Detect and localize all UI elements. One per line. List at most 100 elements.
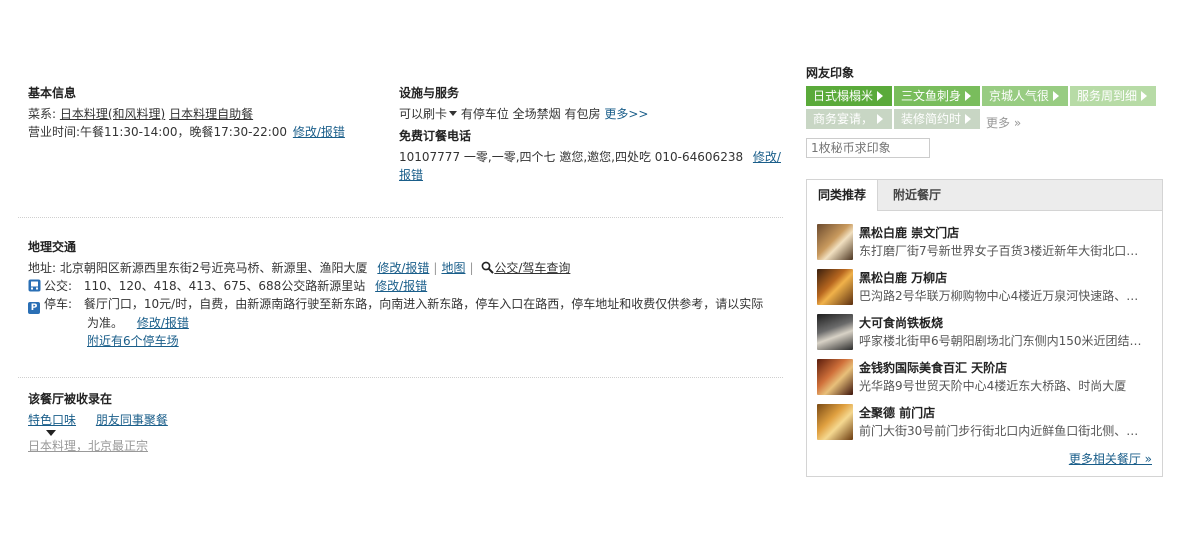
impression-tag[interactable]: 日式榻榻米 [806,86,892,106]
collected-title: 该餐厅被收录在 [28,392,113,406]
play-icon [877,114,884,124]
basic-info-title: 基本信息 [28,86,77,100]
restaurant-name[interactable]: 黑松白鹿 崇文门店 [859,224,959,241]
list-item[interactable]: 黑松白鹿 崇文门店 东打磨厂街7号新世界女子百货3楼近新年大街北口… [817,224,1157,262]
play-icon [1141,91,1148,101]
hours-row: 营业时间:午餐11:30-14:00，晚餐17:30-22:00 修改/报错 [28,123,345,141]
list-item[interactable]: 全聚德 前门店 前门大街30号前门步行街北口内近鲜鱼口街北侧、… [817,404,1157,442]
bus-query-label: 公交/驾车查询 [494,261,571,275]
facility-items: 有停车位 全场禁烟 有包房 [460,107,601,121]
bus-label: 公交: [44,279,73,293]
impression-tag[interactable]: 服务周到细 [1070,86,1156,106]
nearby-parking-link[interactable]: 附近有6个停车场 [87,334,179,348]
list-item[interactable]: 大可食尚铁板烧 呼家楼北街甲6号朝阳剧场北门东侧内150米近团结… [817,314,1157,352]
facility-section: 设施与服务 可以刷卡 有停车位 全场禁烟 有包房 更多>> 免费订餐电话 101… [399,84,781,184]
collected-sub-link[interactable]: 日本料理，北京最正宗 [28,439,148,453]
separator: | [433,261,438,275]
restaurant-address: 巴沟路2号华联万柳购物中心4楼近万泉河快速路、… [859,289,1139,303]
restaurant-thumbnail [817,314,853,350]
cuisine-label: 菜系: [28,107,57,121]
facility-title: 设施与服务 [399,86,460,100]
restaurant-name[interactable]: 全聚德 前门店 [859,404,935,421]
impression-tag-label: 装修简约时 [901,112,962,126]
impression-tag[interactable]: 京城人气很 [982,86,1068,106]
tag-special-flavor[interactable]: 特色口味 [28,413,76,427]
impression-tag[interactable]: 商务宴请， [806,109,892,129]
parking-edit-link[interactable]: 修改/报错 [137,316,189,330]
phone-text: 10107777 一零,一零,四个七 邀您,邀您,四处吃 010-6460623… [399,150,744,164]
hours-label: 营业时间: [28,125,81,139]
impression-tag-label: 日式榻榻米 [813,89,874,103]
tag-friends-gathering[interactable]: 朋友同事聚餐 [96,413,168,427]
cuisine-link-japanese-wafu[interactable]: 日本料理(和风料理) [60,107,165,121]
panel-tabs: 同类推荐 附近餐厅 [807,180,1162,211]
chevron-down-icon [449,111,458,116]
restaurant-address: 光华路9号世贸天阶中心4楼近东大桥路、时尚大厦 [859,379,1127,393]
divider [18,377,783,378]
address-value: 北京朝阳区新源西里东街2号近亮马桥、新源里、渔阳大厦 [59,261,368,275]
parking-label: 停车: [44,297,73,311]
phone-row: 10107777 一零,一零,四个七 邀您,邀您,四处吃 010-6460623… [399,148,781,166]
play-icon [965,114,972,124]
tab-similar[interactable]: 同类推荐 [807,180,878,211]
list-item[interactable]: 金钱豹国际美食百汇 天阶店 光华路9号世贸天阶中心4楼近东大桥路、时尚大厦 [817,359,1157,397]
traffic-section: 地理交通 地址: 北京朝阳区新源西里东街2号近亮马桥、新源里、渔阳大厦 修改/报… [28,238,763,350]
collected-sub: 日本料理，北京最正宗 [28,437,148,455]
bus-value: 110、120、418、413、675、688公交路新源里站 [83,279,366,293]
cuisine-row: 菜系: 日本料理(和风料理) 日本料理自助餐 [28,105,345,123]
impression-tag[interactable]: 三文鱼刺身 [894,86,980,106]
bus-edit-link[interactable]: 修改/报错 [375,279,427,293]
address-label: 地址: [28,261,57,275]
recommend-panel: 同类推荐 附近餐厅 黑松白鹿 崇文门店 东打磨厂街7号新世界女子百货3楼近新年大… [806,179,1163,477]
bus-row: 公交: 110、120、418、413、675、688公交路新源里站 修改/报错 [28,277,763,295]
parking-value-line1: 餐厅门口，10元/时，自费，由新源南路行驶至新东路，向南进入新东路，停车入口在路… [83,297,764,311]
impression-tag-label: 服务周到细 [1077,89,1138,103]
map-link[interactable]: 地图 [441,261,465,275]
list-item[interactable]: 黑松白鹿 万柳店 巴沟路2号华联万柳购物中心4楼近万泉河快速路、… [817,269,1157,307]
search-icon [481,261,495,274]
facility-more-link[interactable]: 更多>> [604,107,648,121]
restaurant-thumbnail [817,359,853,395]
card-dropdown[interactable]: 可以刷卡 [399,107,458,121]
parking-row-2: 为准。 修改/报错 [28,314,763,332]
collected-section: 该餐厅被收录在 特色口味 朋友同事聚餐 [28,390,168,429]
impression-tag-label: 京城人气很 [989,89,1050,103]
phone-row-2: 报错 [399,166,781,184]
bus-query-link[interactable]: 公交/驾车查询 [481,261,570,275]
address-row: 地址: 北京朝阳区新源西里东街2号近亮马桥、新源里、渔阳大厦 修改/报错 | 地图 |… [28,259,763,277]
impressions-title: 网友印象 [806,66,855,80]
play-icon [965,91,972,101]
impression-tag[interactable]: 装修简约时 [894,109,980,129]
phone-edit-link-part2[interactable]: 报错 [399,168,423,182]
restaurant-thumbnail [817,404,853,440]
nearby-parking-row: 附近有6个停车场 [28,332,763,350]
bus-icon [28,279,41,292]
phone-title: 免费订餐电话 [399,129,472,143]
chevron-down-icon [46,430,56,436]
restaurant-address: 呼家楼北街甲6号朝阳剧场北门东侧内150米近团结… [859,334,1142,348]
hours-value: 午餐11:30-14:00，晚餐17:30-22:00 [80,125,288,139]
impressions-more-link[interactable]: 更多 » [986,114,1021,131]
more-restaurants-link[interactable]: 更多相关餐厅 » [1069,450,1152,467]
card-label: 可以刷卡 [399,107,448,121]
impression-tag-label: 商务宴请， [813,112,874,126]
impression-tag-label: 三文鱼刺身 [901,89,962,103]
cuisine-link-japanese-buffet[interactable]: 日本料理自助餐 [169,107,253,121]
restaurant-address: 东打磨厂街7号新世界女子百货3楼近新年大街北口… [859,244,1139,258]
restaurant-name[interactable]: 大可食尚铁板烧 [859,314,943,331]
parking-value-line2: 为准。 [87,316,124,330]
hours-edit-link[interactable]: 修改/报错 [293,125,345,139]
restaurant-name[interactable]: 金钱豹国际美食百汇 天阶店 [859,359,1007,376]
address-edit-link[interactable]: 修改/报错 [377,261,429,275]
restaurant-thumbnail [817,224,853,260]
tab-nearby[interactable]: 附近餐厅 [879,180,955,210]
traffic-title: 地理交通 [28,240,77,254]
facility-row: 可以刷卡 有停车位 全场禁烟 有包房 更多>> [399,105,781,123]
impression-input[interactable] [806,138,930,158]
restaurant-name[interactable]: 黑松白鹿 万柳店 [859,269,947,286]
phone-edit-link-part1[interactable]: 修改/ [753,150,781,164]
restaurant-address: 前门大街30号前门步行街北口内近鲜鱼口街北侧、… [859,424,1139,438]
basic-info-section: 基本信息 菜系: 日本料理(和风料理) 日本料理自助餐 营业时间:午餐11:30… [28,84,345,141]
collected-tags: 特色口味 朋友同事聚餐 [28,411,168,429]
play-icon [1053,91,1060,101]
